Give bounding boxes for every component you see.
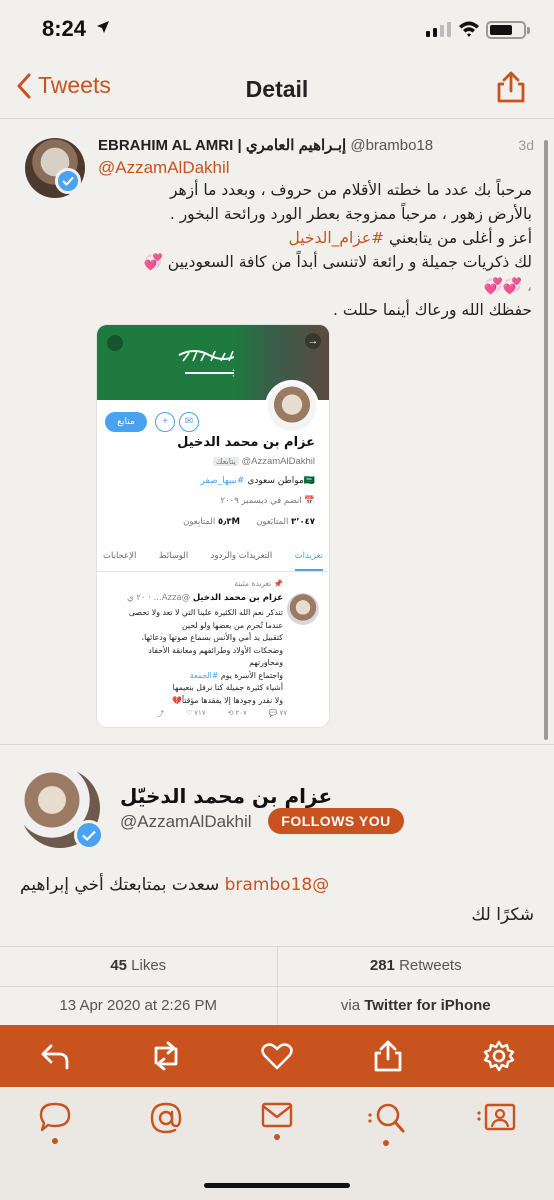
reply-mention-link[interactable]: @AzzamAlDakhil <box>98 158 230 178</box>
engagement-stats: 45 Likes 281 Retweets <box>0 946 554 986</box>
tab-profile[interactable] <box>468 1101 524 1151</box>
profile-card-icon <box>477 1103 516 1131</box>
card-retweet-count: ⟲ ٢٠٧ <box>227 710 247 717</box>
card-tab: التغريدات والردود <box>210 551 273 561</box>
tab-messages[interactable] <box>249 1101 305 1151</box>
reply-icon <box>41 1044 69 1070</box>
card-mini-text: تتذكر نعم الله الكثيرة علينا التي لا تعد… <box>128 608 283 705</box>
tweet-line: شكرًا لك <box>471 905 534 925</box>
card-tab: الإعجابات <box>103 551 137 561</box>
location-arrow-icon <box>97 21 109 33</box>
unread-dot <box>274 1134 280 1140</box>
retweet-icon <box>154 1041 178 1071</box>
search-icon <box>368 1103 405 1133</box>
tweet-line: أعز و أغلى من يتابعني #عزام_الدخيل <box>288 229 532 247</box>
wifi-icon <box>459 21 479 37</box>
tweet-meta: 13 Apr 2020 at 2:26 PM via Twitter for i… <box>0 986 554 1026</box>
reply-button[interactable] <box>30 1031 80 1081</box>
emoji: 💞 <box>143 253 163 271</box>
display-name[interactable]: عزام بن محمد الدخيّل <box>120 784 332 808</box>
card-mini-header: عزام بن محمد الدخيل @Azza... · ٢٠ ي <box>126 593 283 603</box>
likes-count[interactable]: 45 Likes <box>0 946 277 986</box>
handle[interactable]: @AzzamAlDakhil <box>120 812 252 832</box>
card-avatar <box>265 380 319 434</box>
tweet-line: مرحباً بك عدد ما خطته الأقلام من حروف ، … <box>169 181 532 199</box>
tweet-line: ، 💞💞 <box>483 277 532 295</box>
mention-link[interactable]: @brambo18 <box>225 875 330 895</box>
tweet-action-bar <box>0 1025 554 1087</box>
retweets-count[interactable]: 281 Retweets <box>278 946 554 986</box>
tweet-author[interactable]: EBRAHIM AL AMRI | إبـراهيم العامري @bram… <box>98 136 433 154</box>
share-icon <box>374 1040 402 1072</box>
card-stats: ٣٬٠٤٧ المتابَعون ٥٫٣M المتابِعون <box>183 517 315 527</box>
card-handle: يتابعك @AzzamAlDakhil <box>212 456 315 467</box>
like-button[interactable] <box>252 1031 302 1081</box>
card-mini-avatar <box>287 593 319 625</box>
retweet-button[interactable] <box>141 1031 191 1081</box>
cellular-signal-icon <box>426 22 451 37</box>
arrow-icon: → <box>305 333 321 349</box>
heart-icon <box>261 1043 293 1070</box>
navigation-bar: Tweets Detail <box>0 62 554 118</box>
card-pinned-label: 📌 تغريدة مثبتة <box>234 579 283 588</box>
unread-dot <box>383 1140 389 1146</box>
at-sign-icon <box>150 1102 182 1134</box>
attached-image[interactable]: → متابع + ✉ عزام بن محمد الدخيل يتابعك @… <box>97 325 329 727</box>
card-message-icon: ✉ <box>179 412 199 432</box>
tweet-source[interactable]: via Twitter for iPhone <box>278 986 554 1026</box>
card-like-count: ♡ ٧١٧ <box>186 710 206 717</box>
tweet-line: حفظك الله ورعاك أينما حللت . <box>333 301 532 319</box>
handle: @brambo18 <box>350 137 434 154</box>
follows-you-badge: FOLLOWS YOU <box>268 808 404 834</box>
tweet-line: @brambo18 سعدت بمتابعتك أخي إبراهيم <box>20 875 330 895</box>
tweet-text: مرحباً بك عدد ما خطته الأقلام من حروف ، … <box>20 178 532 322</box>
card-notify-icon: + <box>155 412 175 432</box>
more-icon <box>107 335 123 351</box>
scrollbar[interactable] <box>544 140 548 740</box>
quoted-tweet[interactable]: EBRAHIM AL AMRI | إبـراهيم العامري @bram… <box>0 122 554 744</box>
status-time: 8:24 <box>42 16 87 41</box>
share-tweet-button[interactable] <box>363 1031 413 1081</box>
gear-icon <box>483 1040 514 1072</box>
tweet-line: بالأرض زهور ، مرحباً ممزوجة بعطر الورد و… <box>169 205 532 223</box>
tab-timeline[interactable] <box>27 1101 83 1151</box>
card-tabs: تغريدات التغريدات والردود الوسائط الإعجا… <box>97 540 329 572</box>
card-joined: 📅 انضم في ديسمبر ٢٠٠٩ <box>220 496 315 506</box>
tab-search[interactable] <box>358 1101 414 1151</box>
display-name: EBRAHIM AL AMRI | إبـراهيم العامري <box>98 137 347 154</box>
card-share-icon: ⤴ <box>157 711 164 718</box>
card-follow-button: متابع <box>105 412 147 432</box>
page-title: Detail <box>245 76 309 102</box>
tweet-time: 3d <box>518 137 534 153</box>
hashtag-link[interactable]: #عزام_الدخيل <box>288 229 384 247</box>
card-tab: الوسائط <box>158 551 189 561</box>
card-mini-actions: 💬 ٧٧ ⟲ ٢٠٧ ♡ ٧١٧ ⤴ <box>157 709 287 719</box>
speech-bubble-icon <box>39 1102 71 1132</box>
card-bio: 🇸🇦مواطن سعودي #نبيها_صفر <box>200 476 315 486</box>
tweet-date: 13 Apr 2020 at 2:26 PM <box>59 997 218 1014</box>
card-display-name: عزام بن محمد الدخيل <box>177 435 315 450</box>
main-tweet[interactable]: عزام بن محمد الدخيّل @AzzamAlDakhil FOLL… <box>0 746 554 946</box>
share-button[interactable] <box>494 70 528 104</box>
card-tab: تغريدات <box>294 540 323 571</box>
tweet-text: @brambo18 سعدت بمتابعتك أخي إبراهيم شكرً… <box>20 870 534 930</box>
card-reply-count: 💬 ٧٧ <box>268 710 287 717</box>
status-bar: 8:24 <box>0 0 554 60</box>
divider <box>0 744 554 745</box>
battery-icon <box>486 21 530 39</box>
tab-mentions[interactable] <box>138 1101 194 1151</box>
home-indicator <box>204 1183 350 1188</box>
divider <box>0 118 554 119</box>
settings-button[interactable] <box>474 1031 524 1081</box>
envelope-icon <box>261 1102 293 1128</box>
unread-dot <box>52 1138 58 1144</box>
verified-badge-icon <box>74 820 104 850</box>
tweet-line: لك ذكريات جميلة و رائعة لاتنسى أبداً من … <box>143 253 532 271</box>
